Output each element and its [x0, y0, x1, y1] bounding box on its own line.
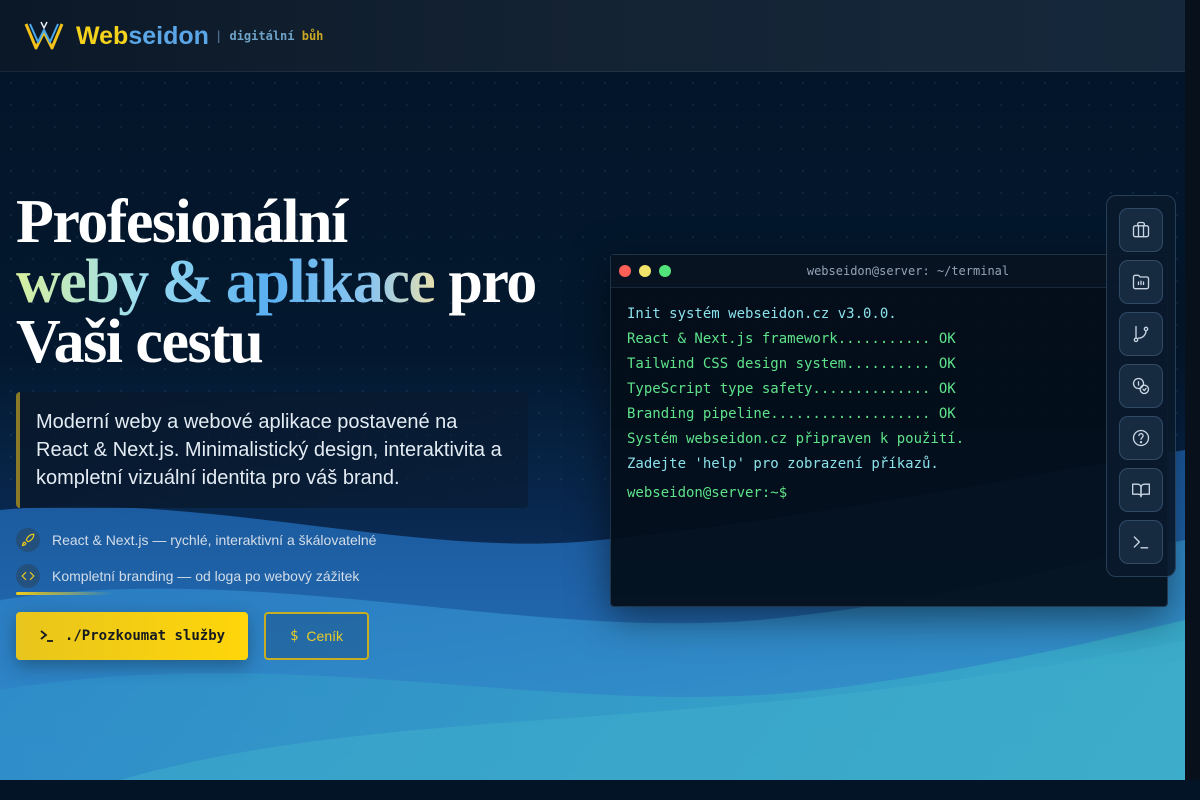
folder-icon — [1132, 274, 1150, 290]
quick-tools-panel — [1106, 195, 1176, 577]
terminal-line: Zadejte 'help' pro zobrazení příkazů. — [627, 456, 939, 472]
tool-folder-button[interactable] — [1119, 260, 1163, 304]
hero-title-line1: Profesionální — [16, 188, 348, 256]
brand-web: Web — [76, 22, 129, 50]
brand-logo-text[interactable]: Webseidon — [76, 20, 209, 52]
terminal-line: Branding pipeline................... OK — [627, 406, 956, 422]
terminal-window[interactable]: webseidon@server: ~/terminal Init systém… — [610, 254, 1168, 607]
rocket-icon — [16, 528, 40, 552]
terminal-icon — [1133, 536, 1149, 549]
dollar-icon: $ — [289, 628, 299, 644]
brand-seidon: seidon — [128, 22, 209, 50]
tool-briefcase-button[interactable] — [1119, 208, 1163, 252]
hero-title: Profesionální weby & aplikace pro Vaši c… — [16, 191, 596, 373]
book-open-icon — [1132, 483, 1150, 498]
hero-lead-text: Moderní weby a webové aplikace postavené… — [36, 411, 502, 489]
tagline-word-1: digitální — [229, 29, 295, 43]
feature-text: Kompletní branding — od loga po webový z… — [52, 568, 360, 584]
hero-title-line3: Vaši cestu — [16, 308, 264, 376]
feature-text: React & Next.js — rychlé, interaktivní a… — [52, 532, 377, 548]
terminal-output: Init systém webseidon.cz v3.0.0. React &… — [611, 288, 1167, 508]
feature-item-branding: Kompletní branding — od loga po webový z… — [16, 564, 359, 588]
terminal-line: Systém webseidon.cz připraven k použití. — [627, 431, 965, 447]
bottom-strip — [0, 780, 1200, 800]
terminal-titlebar: webseidon@server: ~/terminal — [611, 255, 1167, 288]
tagline-word-2: bůh — [301, 29, 324, 43]
explore-services-label: ./Prozkoumat služby — [64, 628, 226, 644]
terminal-line: React & Next.js framework........... OK — [627, 331, 956, 347]
tool-help-button[interactable] — [1119, 416, 1163, 460]
terminal-line: Tailwind CSS design system.......... OK — [627, 356, 956, 372]
webseidon-logo-icon[interactable] — [24, 20, 64, 52]
feature-item-react: React & Next.js — rychlé, interaktivní a… — [16, 528, 376, 552]
page-viewport: Webseidon | digitální bůh Profesionální … — [0, 0, 1185, 780]
hero-title-pro: pro — [434, 248, 537, 316]
coins-icon — [1132, 377, 1150, 395]
git-branch-icon — [1133, 325, 1149, 343]
pricing-button[interactable]: $ Ceník — [264, 612, 369, 660]
page-scrollbar[interactable] — [1185, 0, 1200, 800]
terminal-line: Init systém webseidon.cz v3.0.0. — [627, 306, 897, 322]
tool-git-branch-button[interactable] — [1119, 312, 1163, 356]
briefcase-icon — [1132, 221, 1150, 238]
terminal-prompt-icon — [40, 630, 53, 642]
explore-services-button[interactable]: ./Prozkoumat služby — [16, 612, 248, 660]
tagline-separator: | — [215, 29, 223, 43]
hero-lead-box: Moderní weby a webové aplikace postavené… — [16, 392, 528, 508]
code-icon — [16, 564, 40, 588]
help-circle-icon — [1132, 429, 1150, 447]
terminal-prompt[interactable]: webseidon@server:~$ — [627, 483, 1151, 508]
tool-coins-button[interactable] — [1119, 364, 1163, 408]
brand-tagline: | digitální bůh — [215, 28, 323, 44]
hero-title-highlight: weby & aplikace — [16, 248, 436, 316]
accent-underline — [16, 592, 112, 595]
top-navbar: Webseidon | digitální bůh — [0, 0, 1185, 72]
tool-book-button[interactable] — [1119, 468, 1163, 512]
pricing-label: Ceník — [306, 628, 343, 644]
tool-terminal-button[interactable] — [1119, 520, 1163, 564]
terminal-line: TypeScript type safety.............. OK — [627, 381, 956, 397]
terminal-title: webseidon@server: ~/terminal — [806, 264, 1010, 278]
